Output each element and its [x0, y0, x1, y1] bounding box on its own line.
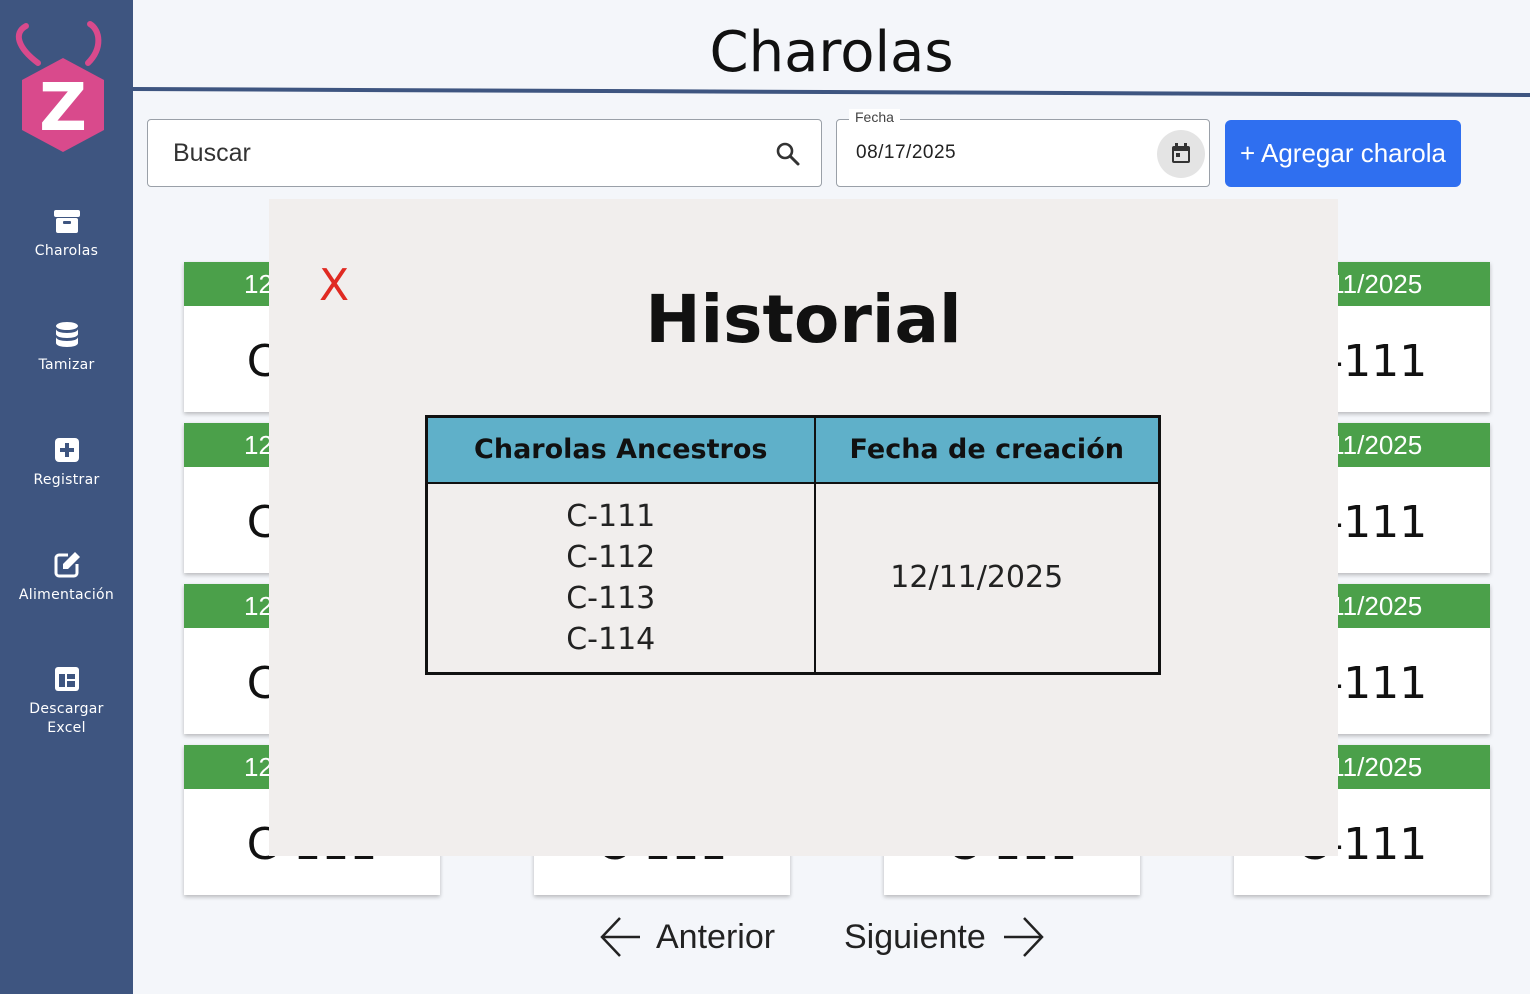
database-icon [55, 322, 78, 347]
title-divider [133, 87, 1530, 97]
add-charola-button[interactable]: + Agregar charola [1225, 120, 1461, 187]
sidebar-item-alimentacion[interactable]: Alimentación [0, 550, 133, 605]
column-header: Charolas Ancestros [425, 415, 816, 484]
next-page-label: Siguiente [844, 917, 986, 956]
sidebar-item-tamizar[interactable]: Tamizar [0, 320, 133, 375]
sidebar-item-descargar-excel[interactable]: Descargar Excel [0, 664, 133, 738]
sidebar: Z Charolas Tamizar Registrar Alimentació… [0, 0, 133, 994]
sidebar-item-label: Charolas [34, 243, 99, 259]
calendar-button[interactable] [1157, 130, 1205, 178]
history-modal: X Historial Charolas Ancestros Fecha de … [269, 199, 1338, 856]
date-field[interactable]: Fecha 08/17/2025 [836, 109, 1210, 187]
history-table: Charolas Ancestros Fecha de creación C-1… [425, 415, 1161, 675]
sidebar-item-charolas[interactable]: Charolas [0, 206, 133, 261]
sidebar-item-registrar[interactable]: Registrar [0, 435, 133, 490]
list-item: C-114 [566, 621, 656, 657]
logo-letter: Z [39, 69, 87, 146]
search-icon[interactable] [775, 141, 801, 167]
arrow-left-icon [600, 917, 640, 957]
ancestor-list: C-111 C-112 C-113 C-114 [428, 496, 814, 660]
column-header: Fecha de creación [813, 415, 1161, 484]
sidebar-item-label: Descargar Excel [29, 701, 104, 736]
previous-page-label: Anterior [656, 917, 776, 956]
creation-date-cell: 12/11/2025 [813, 481, 1161, 675]
plus-square-icon [54, 438, 79, 462]
list-item: C-112 [566, 539, 656, 575]
page-title: Charolas [709, 20, 954, 85]
ancestors-cell: C-111 C-112 C-113 C-114 [425, 481, 816, 675]
sidebar-item-label: Registrar [33, 472, 100, 488]
list-item: C-111 [566, 498, 656, 534]
sidebar-item-label: Alimentación [18, 587, 115, 603]
arrow-right-icon [1003, 917, 1044, 957]
search-field [147, 119, 822, 187]
archive-box-icon [53, 210, 80, 233]
previous-page-button[interactable]: Anterior [598, 912, 775, 962]
app-logo[interactable]: Z [8, 18, 118, 158]
sidebar-item-label: Tamizar [38, 357, 95, 373]
date-input[interactable]: 08/17/2025 [856, 142, 956, 164]
date-field-label: Fecha [849, 109, 900, 125]
list-item: C-113 [566, 580, 656, 616]
edit-pencil-icon [54, 552, 80, 578]
table-layout-icon [54, 667, 79, 691]
modal-title: Historial [645, 281, 962, 358]
calendar-icon [1172, 143, 1190, 163]
search-input[interactable] [173, 120, 753, 186]
next-page-button[interactable]: Siguiente [844, 912, 1046, 962]
table-row: C-111 C-112 C-113 C-114 12/11/2025 [425, 481, 1161, 675]
